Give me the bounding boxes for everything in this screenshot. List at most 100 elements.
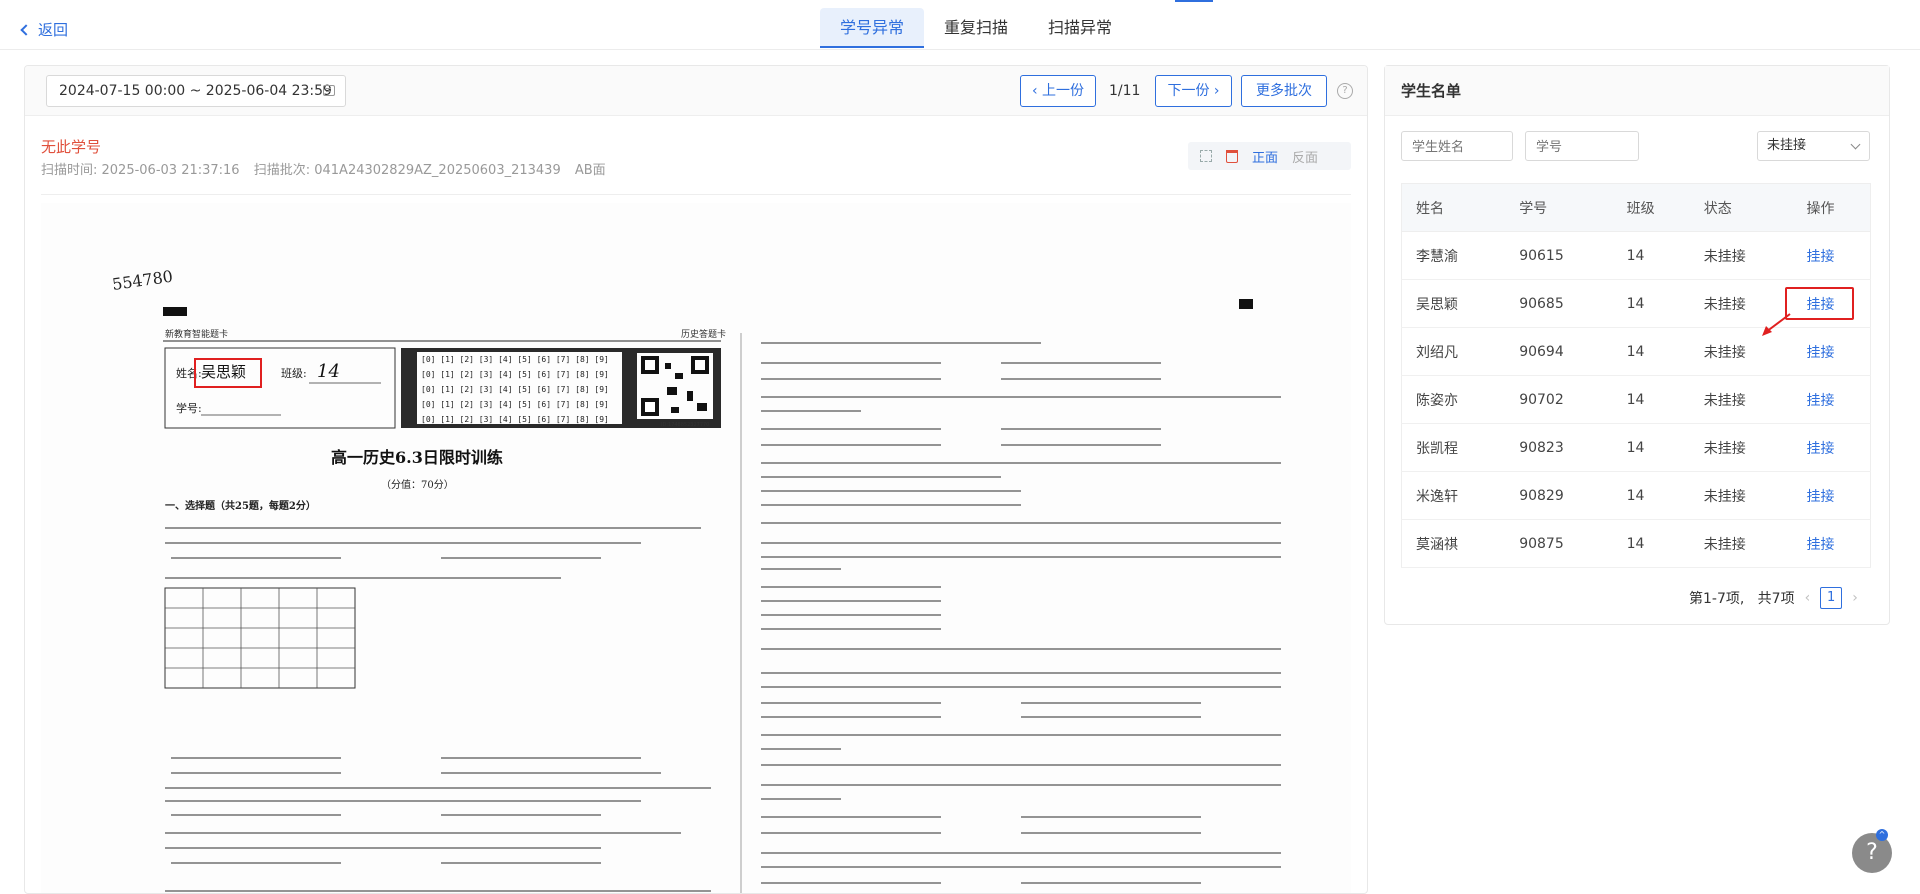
tab-bar: 学号异常 重复扫描 扫描异常 <box>820 8 1132 48</box>
help-circle-icon[interactable]: ? <box>1337 83 1353 99</box>
col-action: 操作 <box>1792 183 1871 232</box>
student-name-input[interactable] <box>1401 131 1513 161</box>
prev-label: 上一份 <box>1042 83 1085 99</box>
fullscreen-icon[interactable] <box>1200 150 1212 162</box>
col-class: 班级 <box>1612 183 1690 232</box>
scan-batch: 扫描批次: 041A24302829AZ_20250603_213439 <box>253 163 561 178</box>
table-row: 李慧渝 90615 14 未挂接 挂接 <box>1401 231 1871 280</box>
cell-id: 90829 <box>1505 471 1613 520</box>
sheet-id-label: 学号: <box>176 401 202 415</box>
cell-status: 未挂接 <box>1689 471 1793 520</box>
side-back-toggle[interactable]: 反面 <box>1292 147 1318 166</box>
cell-id: 90875 <box>1505 519 1613 568</box>
link-button[interactable]: 挂接 <box>1806 393 1834 409</box>
table-row: 张凯程 90823 14 未挂接 挂接 <box>1401 423 1871 472</box>
cell-name: 刘绍凡 <box>1401 327 1506 376</box>
divider <box>41 194 1351 195</box>
svg-text:[0] [1] [2] [3] [4] [5] [6] [7: [0] [1] [2] [3] [4] [5] [6] [7] [8] [9] <box>421 355 609 364</box>
link-button[interactable]: 挂接 <box>1806 537 1834 553</box>
table-row: 米逸轩 90829 14 未挂接 挂接 <box>1401 471 1871 520</box>
review-toolbar: 2024-07-15 00:00 ~ 2025-06-04 23:59 ‹ 上一… <box>25 66 1367 116</box>
back-label: 返回 <box>38 21 69 39</box>
scan-face: AB面 <box>574 163 606 178</box>
student-list-panel: 学生名单 未挂接 姓名 学号 班级 状态 操作 李慧渝 90615 14 未挂接… <box>1384 65 1890 625</box>
cell-name: 米逸轩 <box>1401 471 1506 520</box>
cell-class: 14 <box>1612 423 1690 472</box>
sheet-header-right: 历史答题卡 <box>681 328 726 340</box>
link-button[interactable]: 挂接 <box>1806 345 1834 361</box>
svg-text:[0] [1] [2] [3] [4] [5] [6] [7: [0] [1] [2] [3] [4] [5] [6] [7] [8] [9] <box>421 385 609 394</box>
pagination-summary: 第1-7项, 共7项 <box>1689 591 1795 607</box>
pagination: 第1-7项, 共7项 ‹ 1 › <box>1689 587 1858 609</box>
cell-name: 吴思颖 <box>1401 279 1506 328</box>
cell-action: 挂接 <box>1792 279 1871 328</box>
cell-status: 未挂接 <box>1689 519 1793 568</box>
cell-action: 挂接 <box>1792 375 1871 424</box>
cell-name: 陈姿亦 <box>1401 375 1506 424</box>
prev-button[interactable]: ‹ 上一份 <box>1020 75 1096 107</box>
link-button[interactable]: 挂接 <box>1806 297 1834 313</box>
scan-review-panel: 2024-07-15 00:00 ~ 2025-06-04 23:59 ‹ 上一… <box>24 65 1368 894</box>
back-button[interactable]: 返回 <box>20 19 69 40</box>
sheet-section: 一、选择题（共25题，每题2分） <box>165 499 316 512</box>
cell-status: 未挂接 <box>1689 423 1793 472</box>
chevron-down-icon <box>1850 139 1861 150</box>
link-button[interactable]: 挂接 <box>1806 441 1834 457</box>
alert-title: 无此学号 <box>41 138 102 156</box>
cell-class: 14 <box>1612 279 1690 328</box>
chevron-left-icon <box>20 23 32 36</box>
cell-id: 90615 <box>1505 231 1613 280</box>
cell-status: 未挂接 <box>1689 375 1793 424</box>
view-controls: 正面 反面 <box>1188 142 1351 170</box>
cell-id: 90685 <box>1505 279 1613 328</box>
cell-id: 90823 <box>1505 423 1613 472</box>
status-filter-select[interactable]: 未挂接 <box>1757 131 1870 161</box>
link-button[interactable]: 挂接 <box>1806 489 1834 505</box>
chevron-left-icon: ‹ <box>1031 83 1043 99</box>
date-range-picker[interactable]: 2024-07-15 00:00 ~ 2025-06-04 23:59 <box>46 75 346 107</box>
cell-action: 挂接 <box>1792 471 1871 520</box>
tab-id-exception[interactable]: 学号异常 <box>820 8 925 48</box>
tab-scan-exception[interactable]: 扫描异常 <box>1028 8 1132 48</box>
scan-meta: 扫描时间: 2025-06-03 21:37:16 扫描批次: 041A2430… <box>41 159 616 178</box>
date-range-value: 2024-07-15 00:00 ~ 2025-06-04 23:59 <box>59 83 332 99</box>
table-row: 吴思颖 90685 14 未挂接 挂接 <box>1401 279 1871 328</box>
col-id: 学号 <box>1505 183 1613 232</box>
col-status: 状态 <box>1689 183 1793 232</box>
student-table: 姓名 学号 班级 状态 操作 李慧渝 90615 14 未挂接 挂接 吴思颖 9… <box>1401 183 1871 568</box>
scanned-sheet-image: 554780 新教育智能题卡 历史答题卡 姓名: 吴思颖 班级: 14 学号: … <box>41 203 1351 893</box>
cell-class: 14 <box>1612 327 1690 376</box>
tab-duplicate-scan[interactable]: 重复扫描 <box>924 8 1028 48</box>
table-row: 莫涵祺 90875 14 未挂接 挂接 <box>1401 519 1871 568</box>
qr-caption: ID:1748852327770 <box>661 422 709 428</box>
svg-text:[0] [1] [2] [3] [4] [5] [6] [7: [0] [1] [2] [3] [4] [5] [6] [7] [8] [9] <box>421 415 609 424</box>
next-button[interactable]: 下一份 › <box>1155 75 1232 107</box>
chevron-up-icon[interactable]: ^ <box>1876 829 1888 841</box>
scan-time: 扫描时间: 2025-06-03 21:37:16 <box>41 163 240 178</box>
chevron-right-icon[interactable]: › <box>1852 590 1858 606</box>
top-accent-line <box>1175 0 1213 2</box>
cell-id: 90694 <box>1505 327 1613 376</box>
cell-name: 张凯程 <box>1401 423 1506 472</box>
sheet-name-label: 姓名: <box>176 366 202 380</box>
sheet-class-label: 班级: <box>281 367 307 380</box>
calendar-icon <box>323 85 335 96</box>
cell-class: 14 <box>1612 519 1690 568</box>
col-name: 姓名 <box>1401 183 1506 232</box>
side-front-toggle[interactable]: 正面 <box>1252 147 1278 166</box>
link-button[interactable]: 挂接 <box>1806 249 1834 265</box>
sheet-title: 高一历史6.3日限时训练 <box>331 448 503 467</box>
cell-id: 90702 <box>1505 375 1613 424</box>
page-number-button[interactable]: 1 <box>1820 587 1843 609</box>
chevron-right-icon: › <box>1209 83 1220 99</box>
sheet-name-value: 吴思颖 <box>201 363 246 381</box>
cell-action: 挂接 <box>1792 423 1871 472</box>
cell-class: 14 <box>1612 471 1690 520</box>
student-id-input[interactable] <box>1525 131 1639 161</box>
trash-icon[interactable] <box>1226 149 1238 163</box>
arrow-annotation-icon <box>1762 313 1791 336</box>
cell-class: 14 <box>1612 375 1690 424</box>
chevron-left-icon[interactable]: ‹ <box>1805 590 1811 606</box>
more-batches-button[interactable]: 更多批次 <box>1241 75 1327 107</box>
cell-status: 未挂接 <box>1689 231 1793 280</box>
